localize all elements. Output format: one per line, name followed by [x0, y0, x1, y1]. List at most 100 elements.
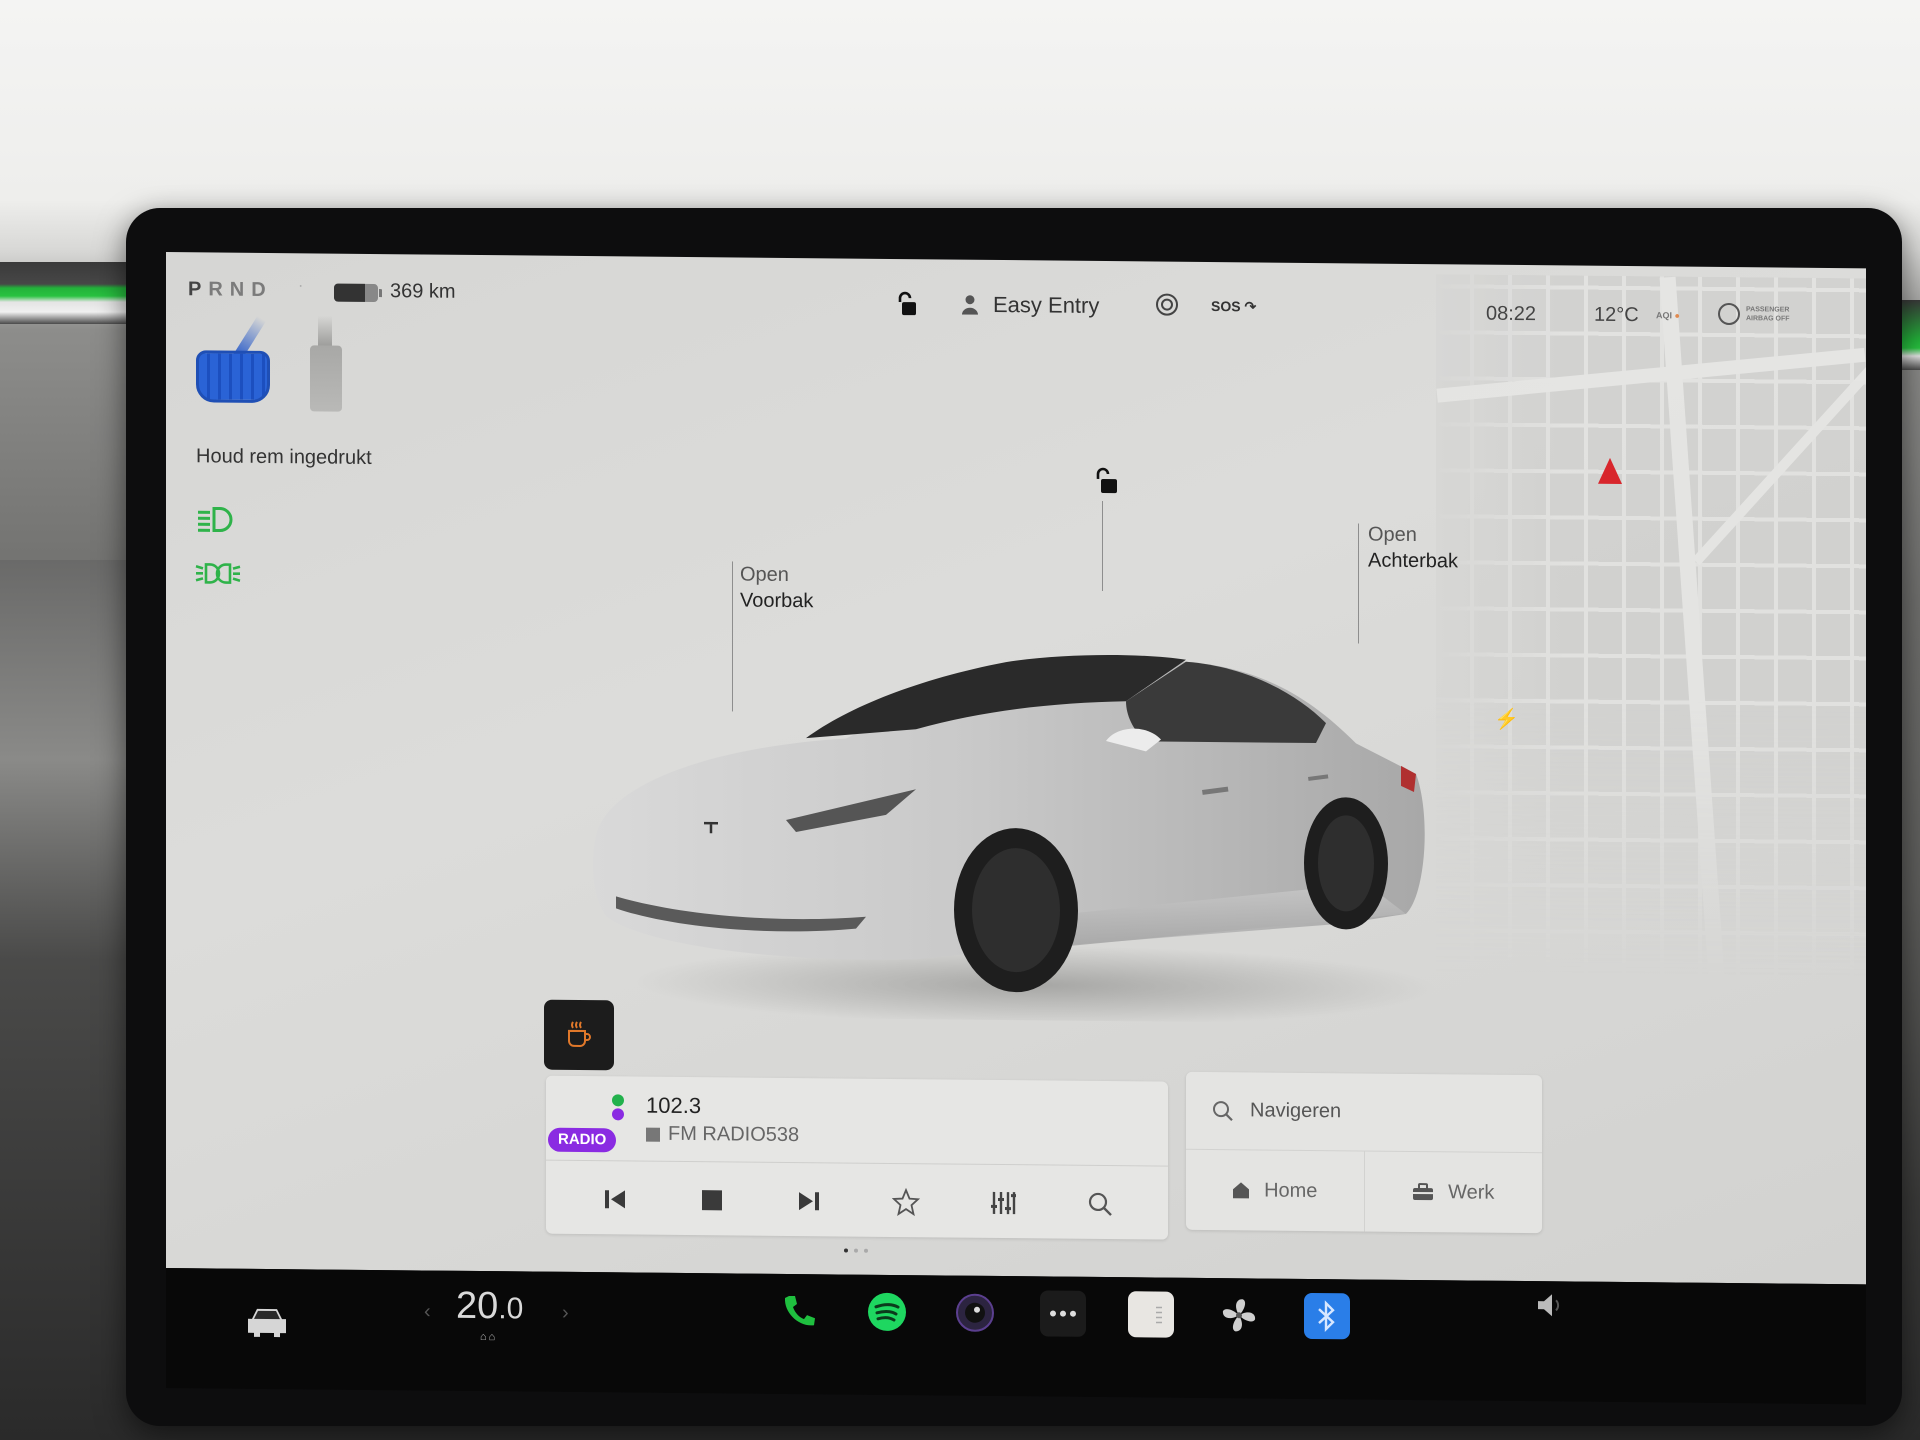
- frunk-action: Open: [740, 563, 789, 586]
- volume-control[interactable]: [1536, 1291, 1570, 1326]
- taskbar: ‹ 20.0 › ⌂⌂: [166, 1268, 1866, 1405]
- battery-fill: [334, 283, 365, 302]
- phone-app[interactable]: [776, 1288, 822, 1334]
- battery-icon: [334, 283, 382, 303]
- app-dock: [776, 1288, 1350, 1340]
- outside-temperature: 12°C: [1594, 303, 1639, 327]
- gear-d: D: [251, 278, 273, 302]
- search-icon: [1213, 1100, 1233, 1121]
- front-wheel: [954, 828, 1078, 993]
- clock: 08:22: [1486, 302, 1537, 326]
- map-road: [1659, 276, 1725, 977]
- nav-shortcut-home[interactable]: Home: [1186, 1150, 1364, 1232]
- airbag-label: PASSENGER: [1746, 306, 1790, 314]
- camera-app[interactable]: [952, 1290, 998, 1336]
- notepad-icon: [1156, 1306, 1162, 1324]
- person-icon: [962, 295, 978, 315]
- nav-shortcut-label: Werk: [1448, 1180, 1495, 1204]
- map-road: [1436, 347, 1866, 403]
- trunk-action: Open: [1368, 523, 1417, 547]
- previous-track-icon: [604, 1190, 625, 1209]
- aqi-label: AQI: [1656, 310, 1673, 321]
- accelerator-pedal-icon: [310, 345, 342, 412]
- rear-wheel: [1304, 797, 1388, 930]
- navigation-map[interactable]: [1436, 274, 1866, 979]
- separator: ·: [298, 277, 304, 295]
- car-lock-open-icon[interactable]: [1094, 467, 1120, 495]
- stop-button[interactable]: [692, 1180, 732, 1220]
- bluetooth-app[interactable]: [1304, 1292, 1350, 1340]
- next-track-icon: [798, 1192, 819, 1211]
- source-indicator-green: [612, 1094, 624, 1107]
- sos-label: SOS: [1211, 298, 1241, 315]
- bluetooth-icon: [1318, 1300, 1335, 1333]
- phone-icon: [784, 1295, 815, 1326]
- briefcase-icon: [1413, 1183, 1434, 1201]
- more-apps-button[interactable]: [1040, 1290, 1086, 1337]
- gear-p: P: [188, 278, 209, 301]
- previous-button[interactable]: [595, 1179, 635, 1219]
- passenger-airbag-status: PASSENGER AIRBAG OFF: [1718, 302, 1790, 326]
- radio-source-badge[interactable]: RADIO: [548, 1127, 617, 1153]
- charge-port-icon[interactable]: ⚡: [1494, 707, 1519, 732]
- brake-pedal-icon: [196, 350, 270, 403]
- stop-icon: [701, 1190, 722, 1211]
- temp-down-button[interactable]: ‹: [424, 1300, 431, 1323]
- equalizer-button[interactable]: [983, 1183, 1023, 1223]
- sos-call-button[interactable]: SOS ↷: [1211, 298, 1256, 315]
- camp-mode-button[interactable]: [544, 999, 614, 1071]
- media-player-card: RADIO 102.3 FM RADIO538: [546, 1075, 1168, 1240]
- dashboard-panel: [0, 560, 140, 1440]
- air-quality-indicator: AQI ●: [1656, 310, 1680, 320]
- star-icon: [891, 1187, 920, 1217]
- media-now-playing[interactable]: RADIO 102.3 FM RADIO538: [546, 1075, 1168, 1167]
- lock-open-icon[interactable]: [896, 291, 918, 317]
- sentry-mode-icon[interactable]: [1156, 293, 1178, 316]
- coffee-cup-icon: [568, 1021, 591, 1047]
- seat-heater-icons[interactable]: ⌂⌂: [480, 1331, 497, 1343]
- notes-app[interactable]: [1128, 1291, 1174, 1338]
- page-dot: [844, 1248, 848, 1253]
- open-trunk-button[interactable]: Open Achterbak: [1368, 522, 1458, 575]
- temp-integer: 20: [456, 1284, 499, 1328]
- gear-selector[interactable]: PRND: [188, 278, 273, 302]
- touchscreen: PRND · 369 km Easy Entry SOS ↷ 08:22 12°…: [166, 252, 1866, 1285]
- spotify-icon: [868, 1292, 906, 1331]
- navigation-search-input[interactable]: [1248, 1098, 1502, 1126]
- next-button[interactable]: [789, 1181, 829, 1221]
- page-dot: [854, 1248, 858, 1253]
- range-readout[interactable]: 369 km: [390, 280, 456, 304]
- spotify-app[interactable]: [864, 1289, 910, 1335]
- gear-n: N: [229, 278, 252, 301]
- media-search-button[interactable]: [1080, 1184, 1120, 1224]
- favorite-button[interactable]: [886, 1182, 926, 1222]
- speaker-icon: [1538, 1294, 1560, 1317]
- dashboard-ambient-light-left: [0, 262, 140, 324]
- phone-arrow-icon: ↷: [1244, 298, 1257, 315]
- search-icon: [1088, 1192, 1112, 1216]
- airbag-off-icon: [1718, 302, 1740, 326]
- station-name-row: FM RADIO538: [646, 1123, 799, 1147]
- current-location-arrow-icon: [1598, 457, 1622, 484]
- lock-callout-line: [1102, 500, 1103, 591]
- profile-name: Easy Entry: [993, 291, 1100, 318]
- source-indicator-purple: [612, 1108, 624, 1121]
- navigation-search[interactable]: [1186, 1071, 1542, 1154]
- accelerator-pedal-arm: [318, 315, 332, 348]
- battery-nub: [379, 289, 382, 298]
- low-beam-headlights-icon: [198, 506, 233, 533]
- media-page-indicator[interactable]: [844, 1248, 868, 1253]
- temp-up-button[interactable]: ›: [562, 1302, 569, 1325]
- brake-hint-text: Houd rem ingedrukt: [196, 445, 372, 469]
- navigation-card: Home Werk: [1186, 1071, 1542, 1234]
- car-controls-icon[interactable]: [244, 1305, 290, 1339]
- vehicle-illustration[interactable]: [586, 586, 1446, 1025]
- station-name: FM RADIO538: [668, 1122, 800, 1147]
- driver-profile-button[interactable]: Easy Entry: [961, 292, 1099, 319]
- equalizer-icon: [990, 1191, 1016, 1215]
- fan-icon: [1222, 1299, 1256, 1332]
- fan-app[interactable]: [1216, 1292, 1262, 1338]
- nav-shortcut-work[interactable]: Werk: [1363, 1151, 1542, 1234]
- airbag-state: AIRBAG OFF: [1746, 315, 1790, 323]
- radio-frequency: 102.3: [646, 1092, 702, 1119]
